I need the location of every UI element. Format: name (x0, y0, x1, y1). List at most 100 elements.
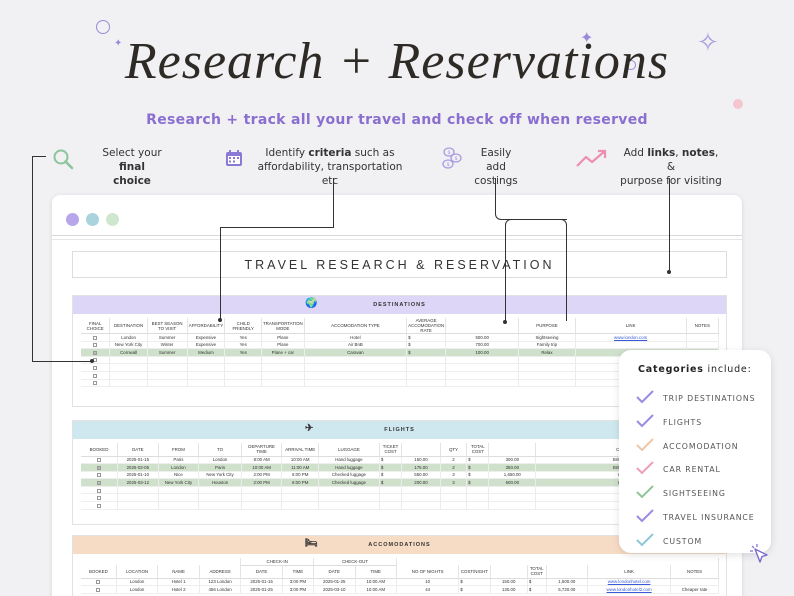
window-dot-purple[interactable] (66, 213, 79, 226)
table-cell (109, 371, 148, 380)
checkbox-cell[interactable] (81, 348, 111, 357)
table-cell: 150.00 (490, 578, 528, 587)
checkbox-cell[interactable] (81, 585, 117, 594)
booked-checkbox[interactable] (97, 488, 102, 493)
column-header (401, 443, 441, 457)
table-cell (198, 501, 242, 510)
column-header: TICKET COST (379, 443, 403, 457)
column-header (488, 443, 537, 457)
booked-checkbox[interactable] (97, 503, 102, 508)
table-cell (304, 371, 408, 380)
svg-text:$: $ (448, 150, 451, 156)
table-cell: Summer (147, 348, 188, 357)
checkbox-cell[interactable] (81, 486, 119, 495)
booked-checkbox[interactable] (93, 373, 98, 378)
table-cell: Plane + car (261, 348, 305, 357)
hero-subtitle: Research + track all your travel and che… (146, 112, 648, 128)
svg-text:$: $ (455, 156, 458, 162)
table-cell: 10 (396, 578, 460, 587)
booked-checkbox[interactable] (97, 458, 102, 463)
connector-dot (90, 359, 94, 363)
table-cell: 456 London (199, 585, 242, 594)
column-header (490, 565, 528, 579)
booked-checkbox[interactable] (93, 366, 98, 371)
table-cell (406, 379, 447, 388)
booked-checkbox[interactable] (96, 580, 101, 585)
table-cell (281, 501, 319, 510)
checkbox-cell[interactable] (81, 363, 111, 372)
link-cell[interactable]: www.london.com (614, 335, 647, 340)
table-header-row: BOOKED LOCATION NAME ADDRESS DATE TIME DATE TIM… (81, 565, 719, 579)
booked-checkbox[interactable] (93, 381, 98, 386)
table-cell (401, 501, 441, 510)
booked-checkbox[interactable] (97, 496, 102, 501)
column-header: LOCATION (116, 565, 159, 579)
group-header: CHECK-IN (240, 558, 314, 566)
checkbox-cell[interactable] (81, 341, 111, 350)
table-cell: Winter (147, 341, 188, 350)
table-header-row: FINAL CHOICE DESTINATION BEST SEASON TO VI… (81, 318, 720, 334)
table-cell (304, 379, 408, 388)
table-row: London Summer Expensive Yes Plane Hotel $500.0… (81, 333, 720, 342)
table-cell: 350.00 (488, 463, 537, 472)
table-cell: Hotel 2 (157, 585, 200, 594)
table-cell (406, 363, 447, 372)
column-header: DESTINATION (109, 318, 148, 334)
booked-checkbox[interactable] (97, 480, 102, 485)
checkbox-cell[interactable] (81, 379, 111, 388)
table-cell: 10:00 AM (281, 456, 319, 465)
checkbox-cell[interactable] (81, 471, 119, 480)
connector-line (505, 219, 567, 321)
checkbox-cell[interactable] (81, 493, 119, 503)
checkbox-cell[interactable] (81, 463, 119, 472)
table-cell: $ (527, 578, 547, 587)
table-cell (158, 493, 200, 503)
table-cell: 2025-01-15 (240, 578, 283, 587)
booked-checkbox[interactable] (93, 343, 98, 348)
table-cell: 5:00 PM (281, 471, 319, 480)
column-header: TOTAL COST (527, 565, 547, 579)
column-header: ARRIVAL TIME (281, 443, 319, 457)
table-cell (241, 486, 283, 495)
window-dot-blue[interactable] (86, 213, 99, 226)
table-cell (518, 356, 576, 365)
checkbox-cell[interactable] (81, 456, 119, 465)
table-cell (686, 333, 720, 342)
booked-checkbox[interactable] (93, 335, 98, 340)
table-cell: 3 (440, 471, 468, 480)
connector-line (32, 361, 92, 362)
booked-checkbox[interactable] (97, 465, 102, 470)
table-cell: 500.00 (445, 333, 520, 342)
table-cell: $ (379, 463, 403, 472)
column-header: CHILD FRIENDLY (224, 318, 262, 334)
bed-icon: 🛏 (305, 538, 319, 549)
checkbox-cell[interactable] (81, 478, 119, 487)
link-cell[interactable]: www.londonhotel2.com (607, 587, 652, 592)
categories-title-bold: Categories (638, 364, 704, 375)
table-cell (147, 363, 188, 372)
feature-text: Add (623, 147, 648, 159)
table-cell: Hotel (304, 333, 408, 342)
window-dot-green[interactable] (106, 213, 119, 226)
table-cell: 5,720.00 (546, 585, 589, 594)
booked-checkbox[interactable] (93, 350, 98, 355)
section-title: DESTINATIONS (373, 302, 426, 308)
table-cell (318, 493, 380, 503)
table-cell (518, 363, 576, 372)
table-cell (187, 371, 226, 380)
checkbox-cell[interactable] (81, 333, 111, 342)
column-header: NOTES (686, 318, 720, 334)
checkbox-cell[interactable] (81, 371, 111, 380)
table-cell: Hand luggage (318, 456, 380, 465)
checkbox-cell[interactable] (81, 578, 117, 587)
booked-checkbox[interactable] (96, 587, 101, 592)
link-cell[interactable]: www.londonhotel.com (608, 579, 651, 584)
booked-checkbox[interactable] (97, 473, 102, 478)
table-cell: Paris (158, 456, 200, 465)
categories-card: Categories include: TRIP DESTINATIONS FLI… (619, 350, 771, 553)
table-cell (488, 486, 537, 495)
feature-bold: criteria (308, 147, 352, 159)
connector-dot (218, 318, 222, 322)
checkbox-cell[interactable] (81, 501, 119, 510)
svg-text:$: $ (447, 162, 450, 168)
